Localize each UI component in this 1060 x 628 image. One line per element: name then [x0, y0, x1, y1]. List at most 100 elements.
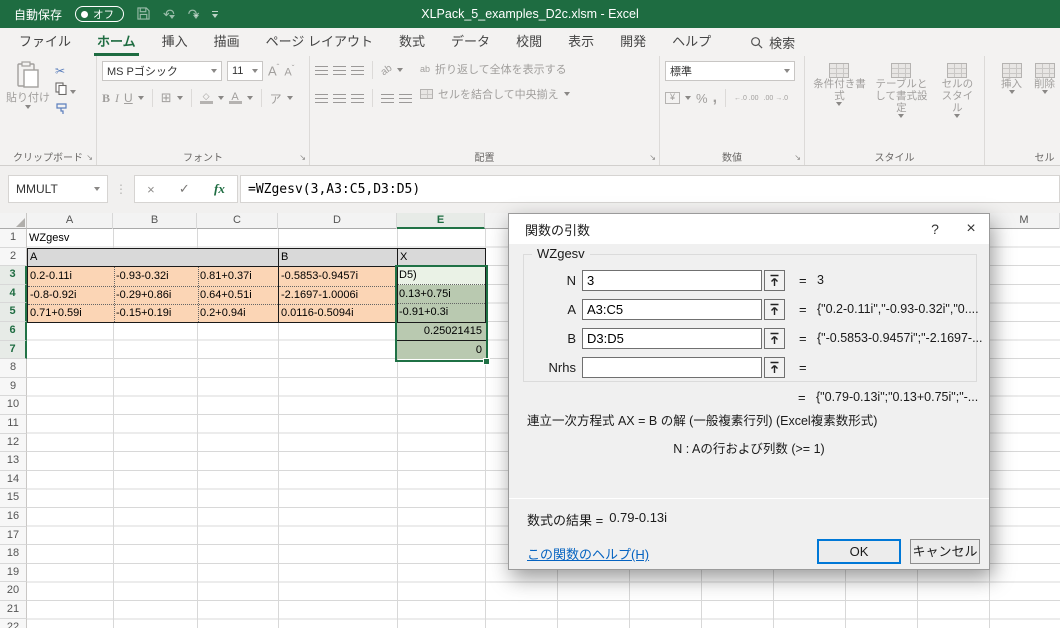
cancel-button[interactable]: キャンセル	[910, 539, 980, 564]
tab-home[interactable]: ホーム	[84, 28, 149, 56]
align-center-icon[interactable]	[333, 94, 346, 103]
tab-developer[interactable]: 開発	[607, 28, 659, 56]
tab-help[interactable]: ヘルプ	[659, 28, 724, 56]
collapse-dialog-button[interactable]	[764, 270, 785, 291]
number-dialog-launcher[interactable]: ↘	[794, 153, 801, 162]
ok-button[interactable]: OK	[817, 539, 901, 564]
decrease-decimal-button[interactable]: .00 →.0	[764, 95, 789, 102]
row-header[interactable]: 1	[0, 229, 27, 248]
cell-a1[interactable]: WZgesv	[27, 229, 113, 248]
dialog-title-bar[interactable]: 関数の引数 ? ×	[509, 214, 989, 244]
cell-b3[interactable]: -0.93-0.32i	[114, 267, 198, 286]
increase-indent-icon[interactable]	[399, 94, 412, 103]
font-color-button[interactable]: A	[229, 92, 242, 104]
currency-button[interactable]: ¥	[665, 92, 680, 104]
cell-e7[interactable]: 0	[397, 341, 486, 360]
merge-center-button[interactable]: セルを結合して中央揃え	[420, 86, 570, 102]
copy-button[interactable]	[55, 82, 76, 98]
cell-e5[interactable]: -0.91+0.3i	[397, 303, 486, 322]
row-header[interactable]: 10	[0, 396, 27, 415]
arg-a-input[interactable]	[582, 299, 762, 320]
cancel-entry-button[interactable]: ×	[147, 182, 155, 197]
cell-e2-header[interactable]: X	[397, 248, 486, 268]
align-middle-icon[interactable]	[333, 66, 346, 75]
bold-button[interactable]: B	[102, 91, 110, 106]
italic-button[interactable]: I	[115, 91, 119, 106]
cell-d4[interactable]: -2.1697-1.0006i	[279, 286, 397, 305]
tab-view[interactable]: 表示	[555, 28, 607, 56]
font-size-select[interactable]: 11	[227, 61, 263, 81]
tab-review[interactable]: 校閲	[503, 28, 555, 56]
dialog-close-button[interactable]: ×	[953, 214, 989, 244]
fill-handle[interactable]	[483, 358, 490, 365]
cut-button[interactable]: ✂	[55, 64, 76, 78]
font-name-select[interactable]: MS Pゴシック	[102, 61, 222, 81]
tab-insert[interactable]: 挿入	[149, 28, 201, 56]
cell-c5[interactable]: 0.2+0.94i	[198, 304, 278, 323]
row-header[interactable]: 11	[0, 415, 27, 434]
cell-a5[interactable]: 0.71+0.59i	[28, 304, 113, 323]
paste-button[interactable]: 貼り付け	[5, 61, 51, 118]
row-header[interactable]: 18	[0, 545, 27, 564]
shrink-font-button[interactable]: Aˇ	[284, 64, 294, 79]
column-header-m[interactable]: M	[989, 213, 1060, 229]
cell-a2-header[interactable]: A	[27, 248, 279, 268]
column-header-a[interactable]: A	[27, 213, 113, 229]
collapse-dialog-button[interactable]	[764, 357, 785, 378]
arg-b-input[interactable]	[582, 328, 762, 349]
select-all-corner[interactable]	[0, 213, 27, 229]
undo-button[interactable]: ↶	[163, 7, 175, 22]
cell-c4[interactable]: 0.64+0.51i	[198, 286, 278, 305]
underline-button[interactable]: U	[124, 91, 133, 105]
cell-d5[interactable]: 0.0116-0.5094i	[279, 304, 397, 323]
orientation-button[interactable]: ab	[379, 62, 394, 77]
increase-decimal-button[interactable]: ←.0 .00	[734, 95, 759, 102]
align-top-icon[interactable]	[315, 66, 328, 75]
column-header-c[interactable]: C	[197, 213, 278, 229]
font-dialog-launcher[interactable]: ↘	[299, 153, 306, 162]
customize-qat-button[interactable]	[212, 11, 218, 18]
align-left-icon[interactable]	[315, 94, 328, 103]
cell-b5[interactable]: -0.15+0.19i	[114, 304, 198, 323]
row-header[interactable]: 14	[0, 471, 27, 490]
column-header-b[interactable]: B	[113, 213, 197, 229]
decrease-indent-icon[interactable]	[381, 94, 394, 103]
wrap-text-button[interactable]: ab 折り返して全体を表示する	[420, 61, 570, 77]
tab-data[interactable]: データ	[438, 28, 503, 56]
collapse-dialog-button[interactable]	[764, 299, 785, 320]
name-box[interactable]: MMULT	[8, 175, 108, 203]
borders-button[interactable]: ⊞	[161, 90, 172, 106]
cell-d2-header[interactable]: B	[278, 248, 398, 268]
save-icon[interactable]	[137, 7, 150, 22]
search-box[interactable]: 検索	[750, 28, 795, 56]
row-header[interactable]: 9	[0, 378, 27, 397]
align-right-icon[interactable]	[351, 94, 364, 103]
arg-n-input[interactable]	[582, 270, 762, 291]
confirm-entry-button[interactable]: ✓	[179, 181, 190, 197]
arg-nrhs-input[interactable]	[582, 357, 762, 378]
tab-file[interactable]: ファイル	[6, 28, 84, 56]
clipboard-dialog-launcher[interactable]: ↘	[86, 153, 93, 162]
cell-e4[interactable]: 0.13+0.75i	[397, 285, 486, 304]
vector-b-range[interactable]: -0.5853-0.9457i -2.1697-1.0006i 0.0116-0…	[278, 266, 398, 323]
phonetic-button[interactable]: ア	[270, 90, 282, 107]
format-as-table-button[interactable]: テーブルとして書式設定	[869, 61, 934, 120]
cell-e3-editing[interactable]: D5)	[397, 266, 486, 285]
row-header[interactable]: 22	[0, 619, 27, 628]
formula-bar-grip[interactable]: ⋮	[115, 175, 127, 203]
column-header-e[interactable]: E	[397, 213, 485, 229]
row-header[interactable]: 5	[0, 303, 27, 322]
cell-d3[interactable]: -0.5853-0.9457i	[279, 267, 397, 286]
insert-cells-button[interactable]: 挿入	[998, 61, 1025, 96]
row-header[interactable]: 20	[0, 582, 27, 601]
delete-cells-button[interactable]: 削除	[1031, 61, 1058, 96]
row-header[interactable]: 12	[0, 434, 27, 453]
grow-font-button[interactable]: Aˆ	[268, 63, 279, 78]
row-header[interactable]: 8	[0, 359, 27, 378]
alignment-dialog-launcher[interactable]: ↘	[649, 153, 656, 162]
number-format-select[interactable]: 標準	[665, 61, 795, 81]
column-header-d[interactable]: D	[278, 213, 397, 229]
row-header[interactable]: 19	[0, 564, 27, 583]
cell-b4[interactable]: -0.29+0.86i	[114, 286, 198, 305]
row-header[interactable]: 17	[0, 527, 27, 546]
